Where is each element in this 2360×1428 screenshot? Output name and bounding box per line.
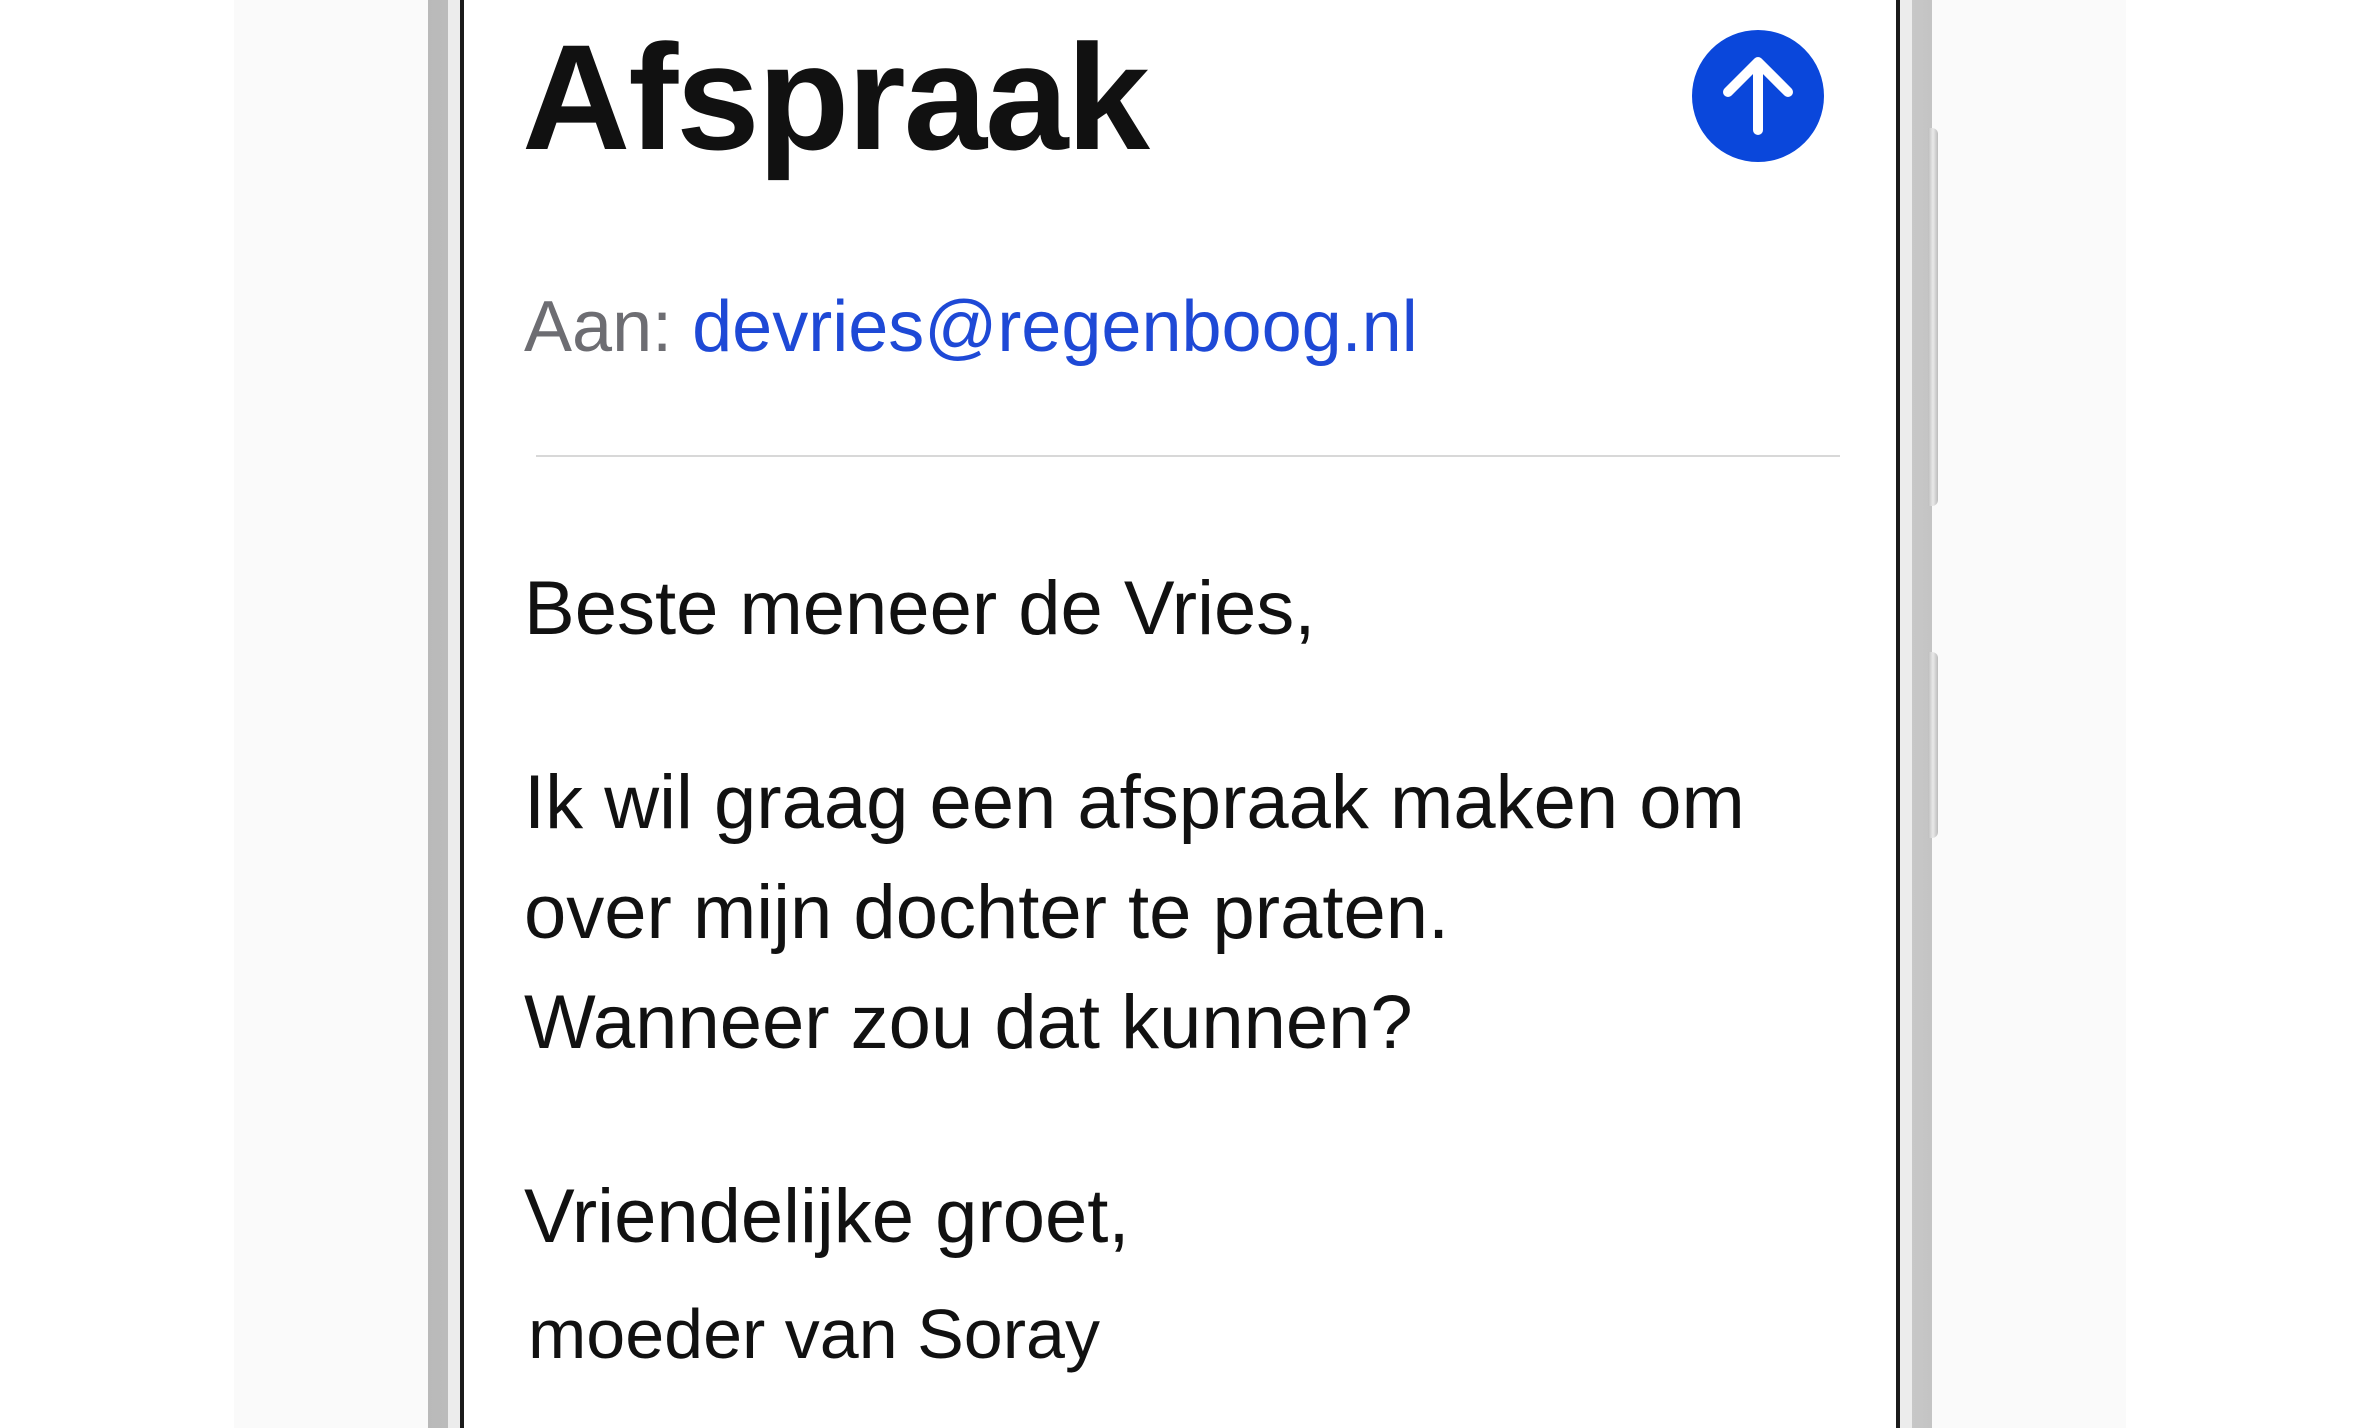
- body-line: Ik wil graag een afspraak maken om: [524, 760, 1745, 845]
- recipient-address[interactable]: devries@regenboog.nl: [692, 287, 1418, 367]
- recipient-field[interactable]: Aan: devries@regenboog.nl: [524, 287, 1418, 367]
- email-body[interactable]: Ik wil graag een afspraak maken om over …: [524, 748, 1745, 1078]
- recipient-label: Aan:: [524, 287, 673, 367]
- page: Afspraak Aan: devries@regenboog.nl Beste…: [0, 0, 2360, 1428]
- side-button: [1928, 652, 1938, 838]
- divider: [536, 455, 1840, 457]
- email-greeting[interactable]: Beste meneer de Vries,: [524, 554, 1315, 664]
- email-closing[interactable]: Vriendelijke groet,: [524, 1162, 1130, 1272]
- body-line: over mijn dochter te praten.: [524, 870, 1450, 955]
- volume-button: [1928, 128, 1938, 506]
- email-subject[interactable]: Afspraak: [522, 22, 1150, 172]
- email-signature[interactable]: moeder van Soray: [528, 1296, 1100, 1373]
- send-button[interactable]: [1692, 30, 1824, 162]
- arrow-up-icon: [1723, 57, 1793, 135]
- body-line: Wanneer zou dat kunnen?: [524, 980, 1413, 1065]
